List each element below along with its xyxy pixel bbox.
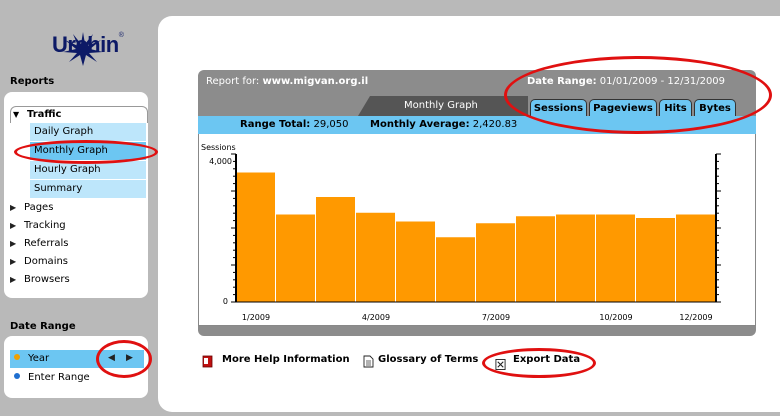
glossary-link[interactable]: Glossary of Terms — [378, 354, 480, 365]
sidebar-item-label: Pages — [24, 202, 54, 213]
traffic-menu[interactable]: ▼ Traffic — [10, 106, 148, 123]
sidebar-item-referrals[interactable]: ▶ Referrals — [10, 235, 144, 253]
sidebar-item-tracking[interactable]: ▶ Tracking — [10, 217, 144, 235]
sidebar-item-label: Browsers — [24, 274, 70, 285]
tab-monthly-graph[interactable]: Monthly Graph — [404, 100, 478, 111]
bar-12/2009 — [676, 214, 715, 302]
monthly-average: Monthly Average: 2,420.83 — [370, 119, 518, 130]
date-option-enter-range[interactable]: Enter Range — [10, 369, 90, 387]
triangle-right-icon: ▶ — [10, 239, 17, 248]
range-total: Range Total: 29,050 — [240, 119, 349, 130]
x-tick-label: 1/2009 — [242, 313, 270, 322]
help-book-icon — [202, 355, 213, 368]
bar-3/2009 — [316, 197, 355, 302]
annotation-ring-year-arrows — [96, 340, 152, 378]
more-help-link[interactable]: More Help Information — [222, 354, 350, 365]
x-tick-label: 10/2009 — [599, 313, 632, 322]
triangle-right-icon: ▶ — [10, 203, 17, 212]
traffic-label: Traffic — [27, 109, 62, 120]
radio-dot-icon — [14, 373, 20, 379]
y-tick-label: 0 — [223, 297, 228, 306]
sidebar-item-browsers[interactable]: ▶ Browsers — [10, 271, 144, 289]
annotation-ring-monthly-graph — [14, 140, 158, 164]
bar-7/2009 — [476, 223, 515, 302]
report-for: Report for: www.migvan.org.il — [206, 76, 369, 87]
date-range-heading: Date Range — [10, 321, 76, 332]
bar-8/2009 — [516, 216, 555, 302]
report-site: www.migvan.org.il — [262, 76, 369, 87]
bar-6/2009 — [436, 237, 475, 302]
sidebar-item-label: Domains — [24, 256, 69, 267]
reports-menu: ▼ Traffic Daily Graph Monthly Graph Hourl… — [4, 92, 148, 298]
reports-heading: Reports — [10, 76, 55, 87]
bar-4/2009 — [356, 212, 395, 302]
x-tick-label: 4/2009 — [362, 313, 390, 322]
bar-2/2009 — [276, 214, 315, 302]
x-tick-label: 7/2009 — [482, 313, 510, 322]
date-option-label: Enter Range — [28, 372, 90, 383]
bar-1/2009 — [236, 172, 275, 302]
annotation-ring-date-range-tabs — [504, 56, 772, 134]
annotation-ring-export-data — [482, 348, 596, 378]
brand-name: Urchin® — [52, 32, 124, 57]
sidebar-item-summary[interactable]: Summary — [30, 180, 146, 198]
y-tick-label: 4,000 — [209, 157, 232, 166]
triangle-right-icon: ▶ — [10, 221, 17, 230]
x-tick-label: 12/2009 — [679, 313, 712, 322]
bar-5/2009 — [396, 221, 435, 302]
bar-11/2009 — [636, 218, 675, 302]
radio-dot-icon — [14, 354, 20, 360]
sidebar-item-pages[interactable]: ▶ Pages — [10, 199, 144, 217]
sidebar-item-domains[interactable]: ▶ Domains — [10, 253, 144, 271]
bar-10/2009 — [596, 214, 635, 302]
sidebar-item-label: Referrals — [24, 238, 69, 249]
document-icon — [363, 355, 374, 368]
sessions-chart: Sessions 4,000 0 1/2009 4/2009 7/2009 10/20… — [201, 143, 721, 322]
sidebar-item-daily-graph[interactable]: Daily Graph — [30, 123, 146, 141]
sidebar-item-label: Tracking — [24, 220, 66, 231]
bar-9/2009 — [556, 214, 595, 302]
triangle-right-icon: ▶ — [10, 275, 17, 284]
triangle-right-icon: ▶ — [10, 257, 17, 266]
y-axis-label: Sessions — [201, 143, 236, 152]
triangle-down-icon: ▼ — [13, 110, 20, 119]
date-option-label: Year — [28, 353, 50, 364]
